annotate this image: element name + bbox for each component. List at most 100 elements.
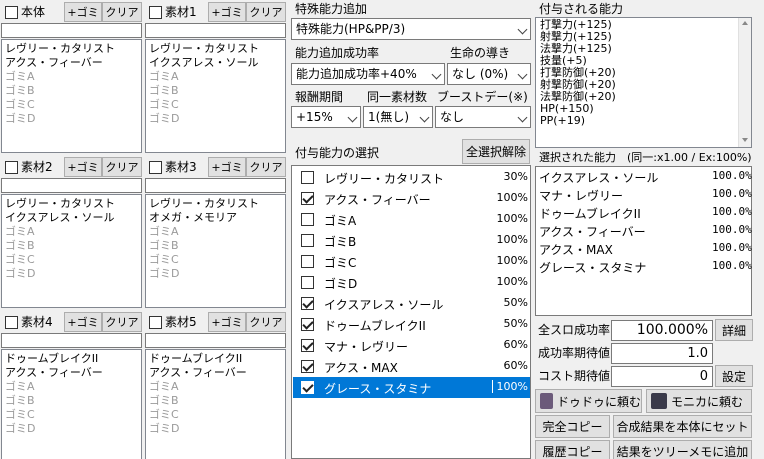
same-select[interactable]: 1(無し) [363,106,433,128]
clear-button[interactable]: クリア [246,157,286,177]
list-item: ゴミB [149,84,179,97]
tree-memo-button[interactable]: 結果をツリーメモに追加 [613,440,752,459]
ability-checkbox[interactable] [301,276,314,289]
add-trash-button[interactable]: +ゴミ [208,2,246,22]
panel-checkbox[interactable] [149,6,162,19]
list-item: アクス・フィーバー [149,366,247,379]
ability-row[interactable]: マナ・レヴリー 60% [293,335,530,356]
panel-name-field[interactable] [145,178,286,193]
list-item: レヴリー・カタリスト [149,197,259,210]
scrollbar[interactable] [738,18,751,147]
ability-checkbox[interactable] [301,255,314,268]
panel-label: 素材1 [165,5,197,19]
panel-checkbox[interactable] [5,161,18,174]
panel-name-field[interactable] [145,333,286,348]
boost-value: なし [440,110,465,124]
list-item: レヴリー・カタリスト [149,42,259,55]
ability-row[interactable]: レヴリー・カタリスト 30% [293,167,530,188]
copy-all-button[interactable]: 完全コピー [535,415,610,438]
ability-percent: 30% [503,170,528,183]
ability-checkbox[interactable] [301,192,314,205]
panel-label: 素材5 [165,315,197,329]
list-item: アクス・フィーバー [5,366,103,379]
list-item: ゴミA [5,225,35,238]
list-item: ゴミC [5,253,35,266]
material-panel: 素材4 +ゴミ クリア ドゥームブレイクII アクス・フィーバー ゴミA ゴミB ゴミC ゴミD [0,310,144,459]
list-item: ゴミA [5,380,35,393]
ability-row[interactable]: ゴミC 100% [293,251,530,272]
add-trash-button[interactable]: +ゴミ [208,157,246,177]
panel-name-field[interactable] [145,23,286,38]
ability-name: イクスアレス・ソール [324,298,444,312]
ability-row[interactable]: イクスアレス・ソール 50% [293,293,530,314]
list-item: ゴミD [5,422,36,435]
panel-ability-list: レヴリー・カタリスト イクスアレス・ソール ゴミA ゴミB ゴミC ゴミD [145,39,286,153]
cost-label: コスト期待値 [538,369,611,383]
add-trash-button[interactable]: +ゴミ [208,312,246,332]
ability-checkbox[interactable] [301,381,314,394]
boost-select[interactable]: なし [435,106,531,128]
panel-label: 素材3 [165,160,197,174]
ability-row[interactable]: ゴミB 100% [293,230,530,251]
list-item: ゴミB [149,394,179,407]
material-panel: 素材2 +ゴミ クリア レヴリー・カタリスト イクスアレス・ソール ゴミA ゴミB ゴミC ゴミ… [0,155,144,310]
clear-button[interactable]: クリア [102,2,142,22]
clear-all-button[interactable]: 全選択解除 [462,139,530,164]
list-item: ゴミD [5,112,36,125]
selected-label: 選択された能力 (同一:x1.00 / Ex:100%) [539,151,752,164]
ability-checkbox[interactable] [301,171,314,184]
list-item: ゴミD [149,112,180,125]
list-item: ゴミC [149,98,179,111]
success-value: 能力追加成功率+40% [296,67,417,81]
ability-row[interactable]: グレース・スタミナ 100% [293,377,530,398]
ability-checkbox[interactable] [301,213,314,226]
ability-row[interactable]: ゴミD 100% [293,272,530,293]
add-trash-button[interactable]: +ゴミ [64,312,102,332]
ability-percent: 60% [503,359,528,372]
ability-checkbox[interactable] [301,318,314,331]
success-select[interactable]: 能力追加成功率+40% [291,63,445,85]
list-item: ゴミC [5,98,35,111]
panel-checkbox[interactable] [5,316,18,329]
grant-select-label: 付与能力の選択 [295,146,380,160]
clear-button[interactable]: クリア [102,157,142,177]
clear-button[interactable]: クリア [246,312,286,332]
granted-label: 付与される能力 [539,2,624,16]
add-trash-button[interactable]: +ゴミ [64,2,102,22]
panel-checkbox[interactable] [149,161,162,174]
set-result-button[interactable]: 合成結果を本体にセット [613,415,752,438]
chevron-down-icon [431,69,442,80]
life-value: なし (0%) [452,67,509,81]
ability-row[interactable]: ドゥームブレイクII 50% [293,314,530,335]
scroll-up-icon [742,21,748,25]
ability-name: アクス・MAX [324,361,398,375]
reward-select[interactable]: +15% [291,106,361,128]
life-select[interactable]: なし (0%) [447,63,531,85]
ability-row[interactable]: ゴミA 100% [293,209,530,230]
monica-button[interactable]: モニカに頼む [646,389,752,413]
panel-checkbox[interactable] [5,6,18,19]
ability-row[interactable]: アクス・フィーバー 100% [293,188,530,209]
ability-checkbox[interactable] [301,339,314,352]
character-icon [540,393,553,409]
setting-button[interactable]: 設定 [715,365,753,387]
panel-name-field[interactable] [1,178,142,193]
ability-row[interactable]: アクス・MAX 60% [293,356,530,377]
ability-checkbox[interactable] [301,297,314,310]
clear-button[interactable]: クリア [246,2,286,22]
detail-button[interactable]: 詳細 [715,319,753,341]
copy-history-button[interactable]: 履歴コピー [535,440,610,459]
panel-name-field[interactable] [1,23,142,38]
list-item: イクスアレス・ソール [149,56,259,69]
cost-field: 0 [611,366,713,387]
panel-checkbox[interactable] [149,316,162,329]
add-trash-button[interactable]: +ゴミ [64,157,102,177]
material-panel: 素材5 +ゴミ クリア ドゥームブレイクII アクス・フィーバー ゴミA ゴミB ゴミC ゴミD [144,310,288,459]
special-select[interactable]: 特殊能力(HP&PP/3) [291,18,531,40]
expected-field: 1.0 [611,343,713,364]
dudu-button[interactable]: ドゥドゥに頼む [535,389,642,413]
ability-checkbox[interactable] [301,360,314,373]
ability-checkbox[interactable] [301,234,314,247]
clear-button[interactable]: クリア [102,312,142,332]
panel-name-field[interactable] [1,333,142,348]
